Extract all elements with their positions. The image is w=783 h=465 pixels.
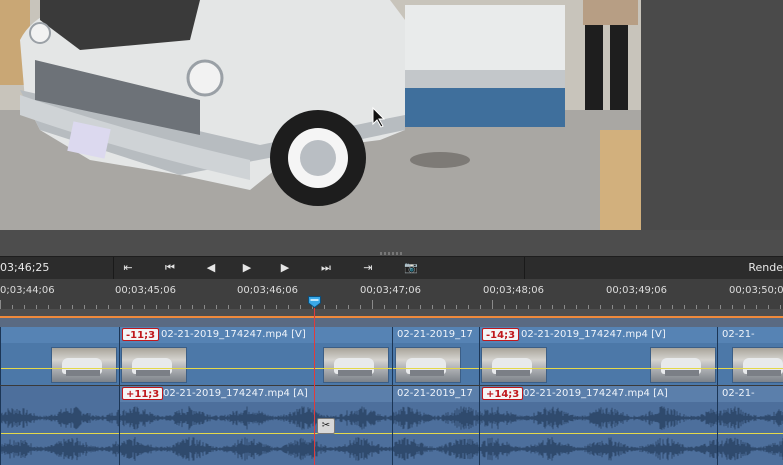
play-button[interactable]: ▶ xyxy=(234,258,260,277)
skip-forward-icon: ⏭ xyxy=(321,260,331,274)
clip-thumbnail xyxy=(481,347,547,383)
audio-clip[interactable] xyxy=(0,386,119,465)
waveform-channel xyxy=(120,406,392,430)
video-clip[interactable]: 02-21- xyxy=(717,327,783,385)
sync-offset-badge: -14;3 xyxy=(482,328,520,341)
transport-divider xyxy=(524,257,525,279)
sync-line xyxy=(1,433,119,434)
waveform-channel xyxy=(480,406,717,430)
clip-name: 02-21-2019_174247.mp4 [V] xyxy=(161,329,306,340)
step-back-icon: ◀ xyxy=(206,261,216,274)
loop-region-bar[interactable] xyxy=(0,318,783,327)
clip-thumbnail xyxy=(51,347,117,383)
clip-thumbnail xyxy=(121,347,187,383)
mark-out-icon: ⇥ xyxy=(363,261,373,274)
mark-in-icon: ⇤ xyxy=(123,261,133,274)
vintage-car-frame-image xyxy=(0,0,641,230)
sync-offset-badge: +11;3 xyxy=(122,387,164,400)
sync-line xyxy=(120,368,392,369)
video-track: -11;3 02-21-2019_174247.mp4 [V] 02-21-20… xyxy=(0,327,783,385)
render-button[interactable]: Rende xyxy=(748,261,783,274)
audio-clip[interactable]: 02-21- xyxy=(717,386,783,465)
panel-splitter-handle[interactable] xyxy=(380,252,404,255)
transport-divider xyxy=(113,257,114,279)
playhead-marker-icon[interactable] xyxy=(308,296,321,308)
go-to-start-button[interactable]: ⏮ xyxy=(157,258,183,277)
go-to-end-button[interactable]: ⏭ xyxy=(313,258,339,277)
previous-frame-button[interactable]: ◀ xyxy=(198,258,224,277)
audio-track: +11;3 02-21-2019_174247.mp4 [A] 02-21-20… xyxy=(0,386,783,465)
clip-name: 02-21-2019_174247.mp4 [V] xyxy=(521,329,666,340)
ruler-tick-label: 00;03;47;06 xyxy=(360,285,422,296)
sync-line xyxy=(1,368,119,369)
next-frame-button[interactable]: ▶ xyxy=(272,258,298,277)
sync-offset-badge: -11;3 xyxy=(122,328,160,341)
play-icon: ▶ xyxy=(242,261,252,274)
clip-thumbnail xyxy=(395,347,461,383)
video-clip[interactable]: -14;3 02-21-2019_174247.mp4 [V] xyxy=(479,327,717,385)
ruler-tick-label: 00;03;49;06 xyxy=(606,285,668,296)
sync-offset-badge: +14;3 xyxy=(482,387,524,400)
playhead-line[interactable] xyxy=(314,300,315,465)
video-clip[interactable] xyxy=(0,327,119,385)
camera-icon: 📷 xyxy=(404,261,418,274)
timeline-ruler[interactable]: 0;03;44;06 00;03;45;06 00;03;46;06 00;03… xyxy=(0,279,783,309)
snapshot-button[interactable]: 📷 xyxy=(398,258,424,277)
sync-line xyxy=(718,368,783,369)
waveform-channel xyxy=(480,437,717,461)
transport-bar: 03;46;25 ⇤ ⏮ ◀ ▶ ▶ ⏭ ⇥ 📷 Rende xyxy=(0,256,783,280)
clip-name: 02-21- xyxy=(722,329,755,340)
waveform-channel xyxy=(1,406,119,430)
waveform-channel xyxy=(393,437,479,461)
preview-panel xyxy=(0,0,783,230)
clip-header xyxy=(1,327,119,343)
clip-thumbnail xyxy=(650,347,716,383)
scissors-icon: ✂ xyxy=(321,420,331,431)
sync-line xyxy=(480,368,717,369)
preview-side-panel xyxy=(641,0,783,230)
clip-name: 02-21-2019_174247.mp4 [A] xyxy=(523,388,668,399)
waveform-channel xyxy=(393,406,479,430)
ruler-tick xyxy=(0,300,1,309)
ruler-tick-label: 00;03;50;0 xyxy=(729,285,783,296)
mark-out-button[interactable]: ⇥ xyxy=(355,258,381,277)
video-clip[interactable]: 02-21-2019_17 xyxy=(392,327,479,385)
sync-line xyxy=(120,433,392,434)
audio-clip[interactable]: +14;3 02-21-2019_174247.mp4 [A] xyxy=(479,386,717,465)
ruler-tick xyxy=(372,300,373,309)
sync-line xyxy=(393,433,479,434)
mark-in-button[interactable]: ⇤ xyxy=(115,258,141,277)
audio-clip[interactable]: 02-21-2019_17 xyxy=(392,386,479,465)
split-clip-button[interactable]: ✂ xyxy=(317,418,335,434)
step-forward-icon: ▶ xyxy=(280,261,290,274)
ruler-tick-label: 00;03;46;06 xyxy=(237,285,299,296)
clip-name: 02-21-2019_17 xyxy=(397,388,473,399)
clip-name: 02-21-2019_17 xyxy=(397,329,473,340)
video-preview xyxy=(0,0,641,230)
ruler-tick-label: 00;03;45;06 xyxy=(115,285,177,296)
sync-line xyxy=(480,433,717,434)
clip-name: 02-21- xyxy=(722,388,755,399)
clip-thumbnail xyxy=(323,347,389,383)
waveform-channel xyxy=(718,406,783,430)
ruler-tick xyxy=(492,300,493,309)
waveform-channel xyxy=(1,437,119,461)
current-timecode: 03;46;25 xyxy=(0,261,50,274)
sync-line xyxy=(718,433,783,434)
sync-line xyxy=(393,368,479,369)
clip-name: 02-21-2019_174247.mp4 [A] xyxy=(163,388,308,399)
clip-thumbnail xyxy=(732,347,783,383)
waveform-channel xyxy=(718,437,783,461)
ruler-tick-label: 0;03;44;06 xyxy=(0,285,55,296)
skip-back-icon: ⏮ xyxy=(165,260,175,274)
ruler-tick-label: 00;03;48;06 xyxy=(483,285,545,296)
video-clip[interactable]: -11;3 02-21-2019_174247.mp4 [V] xyxy=(119,327,392,385)
waveform-channel xyxy=(120,437,392,461)
audio-clip[interactable]: +11;3 02-21-2019_174247.mp4 [A] xyxy=(119,386,392,465)
